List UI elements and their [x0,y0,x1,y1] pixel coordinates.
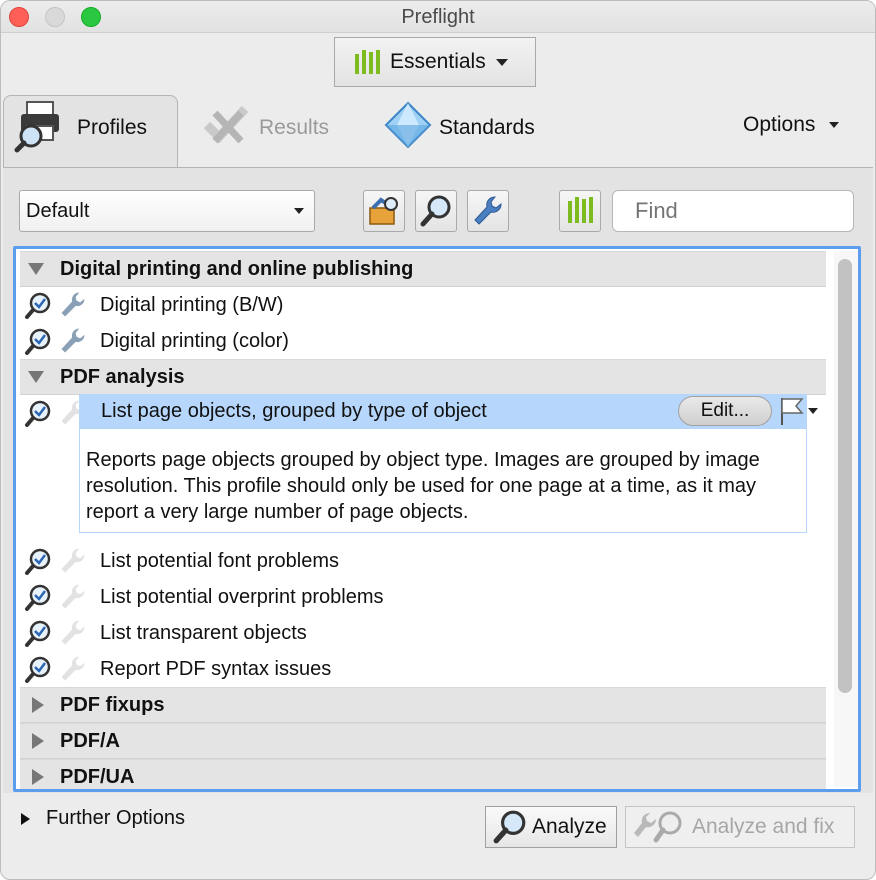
filter-user-profiles-button[interactable] [363,190,405,232]
list-item[interactable]: Digital printing (B/W) [20,287,826,323]
disclosure-right-icon [21,812,30,825]
scrollbar-thumb[interactable] [838,259,852,693]
wrench-magnifier-icon [634,811,682,843]
find-input[interactable] [612,190,854,232]
wrench-icon [61,584,85,609]
wrench-icon [61,656,85,681]
group-label: PDF analysis [60,365,185,388]
disclosure-down-icon[interactable] [28,371,44,383]
wrench-icon [61,292,85,317]
group-digital-printing[interactable]: Digital printing and online publishing [20,251,826,287]
bars-icon [355,50,380,74]
profile-description: Reports page objects grouped by object t… [79,429,807,533]
group-pdf-ua[interactable]: PDF/UA [20,759,826,789]
group-pdf-analysis[interactable]: PDF analysis [20,359,826,395]
tab-results[interactable]: Results [201,93,329,163]
further-options-toggle[interactable]: Further Options [21,807,185,830]
disclosure-down-icon[interactable] [28,263,44,275]
magnifier-icon [493,810,526,844]
chevron-down-icon [829,122,840,128]
list-item[interactable]: List potential overprint problems [20,579,826,615]
list-item[interactable]: List transparent objects [20,615,826,651]
analyze-button[interactable]: Analyze [485,806,617,848]
further-options-label: Further Options [46,807,185,829]
profile-set-value: Default [26,199,90,222]
check-magnifier-icon [25,328,51,355]
essentials-label: Essentials [390,50,486,73]
check-magnifier-icon [25,620,51,647]
toolbox-magnifier-icon [369,197,398,225]
diamond-icon [383,100,433,156]
title-bar: Preflight [1,1,875,33]
tab-results-label: Results [259,116,330,139]
wrench-icon [61,548,85,573]
disclosure-right-icon[interactable] [32,697,44,713]
preflight-window: Preflight Essentials Profiles Results St… [0,0,876,880]
group-label: PDF/A [60,729,120,752]
flag-menu-button[interactable] [779,395,823,427]
options-menu[interactable]: Options [743,113,840,137]
check-magnifier-icon [25,656,51,683]
edit-profile-button[interactable]: Edit... [678,396,772,426]
group-pdf-fixups[interactable]: PDF fixups [20,687,826,723]
chevron-down-icon [294,208,304,214]
group-label: PDF/UA [60,765,135,788]
tab-standards[interactable]: Standards [383,93,535,163]
list-item[interactable]: List potential font problems [20,543,826,579]
tab-profiles[interactable]: Profiles [13,93,147,163]
results-icon [201,99,253,157]
magnifier-icon [420,195,451,227]
filter-fixups-button[interactable] [467,190,509,232]
selected-item-label: List page objects, grouped by type of ob… [101,400,487,422]
scrollbar-track[interactable] [834,251,858,787]
flag-icon [781,398,804,425]
check-magnifier-icon [25,292,51,319]
analyze-fix-label: Analyze and fix [692,815,835,838]
disclosure-right-icon[interactable] [32,733,44,749]
chevron-down-icon [808,408,818,414]
analyze-label: Analyze [532,815,607,838]
tab-profiles-label: Profiles [77,116,148,139]
wrench-icon [61,328,85,353]
options-label: Options [743,113,816,136]
filter-checks-button[interactable] [415,190,457,232]
tab-standards-label: Standards [439,116,535,139]
profile-set-select[interactable]: Default [19,190,315,232]
check-magnifier-icon [25,584,51,611]
printer-magnifier-icon [13,96,71,160]
list-item[interactable]: Report PDF syntax issues [20,651,826,687]
tab-bar: Profiles Results Standards Options [1,93,875,173]
bars-icon [567,197,593,223]
disclosure-right-icon[interactable] [32,769,44,785]
group-pdf-a[interactable]: PDF/A [20,723,826,759]
list-item[interactable]: Digital printing (color) [20,323,826,359]
check-magnifier-icon [25,548,51,575]
show-library-button[interactable] [559,190,601,232]
analyze-and-fix-button[interactable]: Analyze and fix [625,806,855,848]
essentials-dropdown[interactable]: Essentials [334,37,536,87]
wrench-icon [474,196,502,225]
group-label: Digital printing and online publishing [60,257,414,280]
chevron-down-icon [495,58,508,66]
window-title: Preflight [401,6,475,28]
group-label: PDF fixups [60,693,165,716]
wrench-icon [61,620,85,645]
check-magnifier-icon [25,400,51,427]
